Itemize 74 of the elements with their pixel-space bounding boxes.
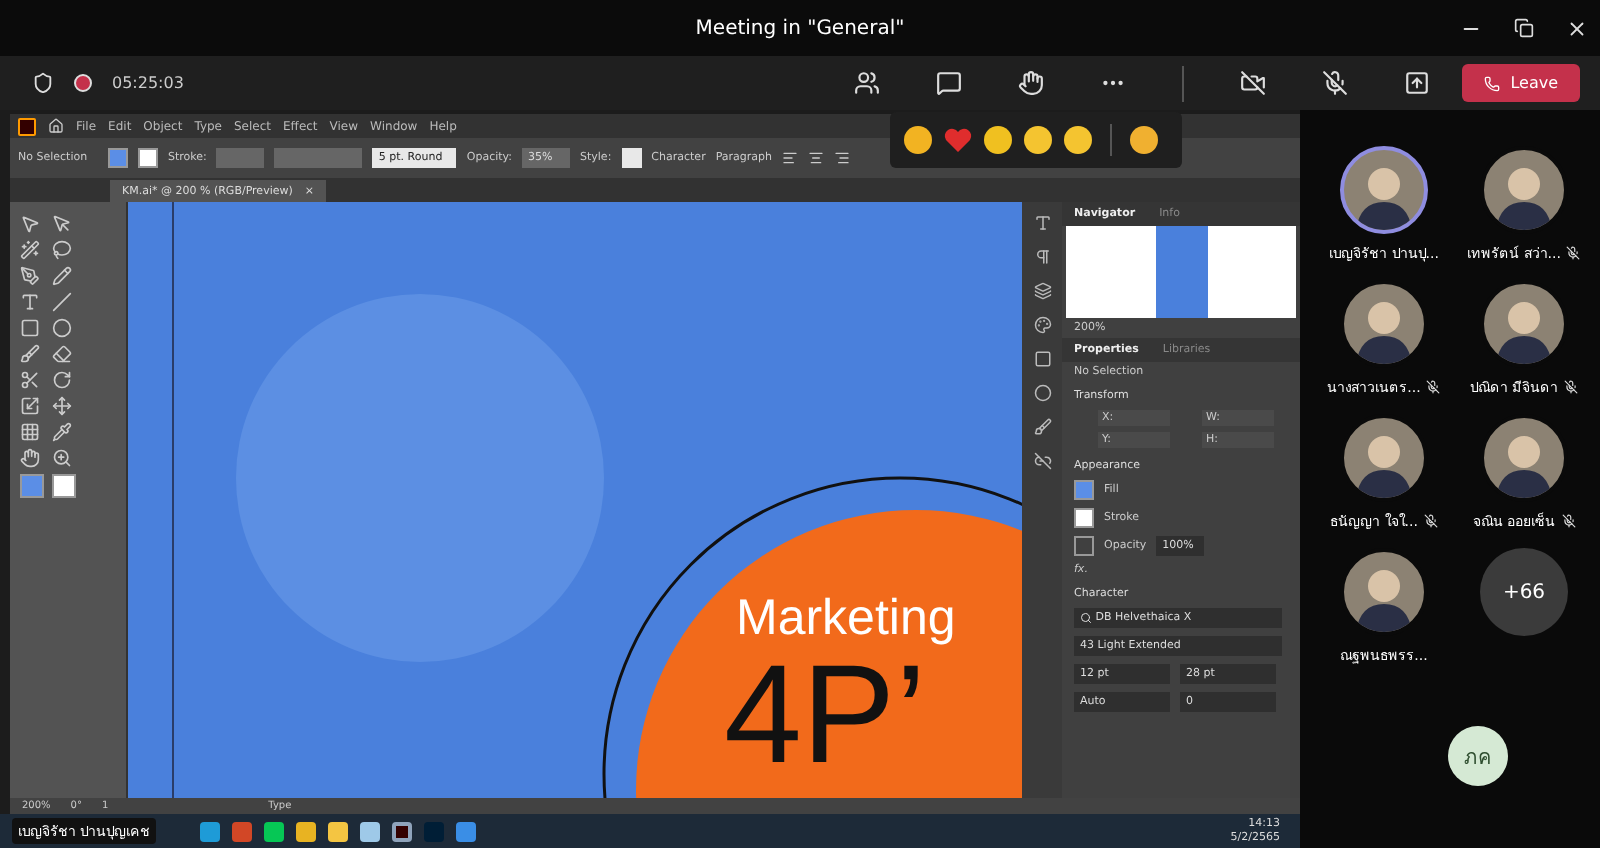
self-avatar: ภค (1448, 726, 1508, 786)
leave-button[interactable]: Leave (1462, 64, 1580, 102)
panel-toggle-icon[interactable] (1033, 214, 1051, 232)
shield-icon (32, 72, 54, 94)
brush-icon[interactable] (20, 344, 40, 364)
align-center-icon[interactable] (808, 150, 824, 166)
pencil-icon[interactable] (52, 266, 72, 286)
wand-icon[interactable] (20, 240, 40, 260)
eyedropper-icon[interactable] (52, 422, 72, 442)
stroke-swatch[interactable] (138, 148, 158, 168)
scissors-icon[interactable] (20, 370, 40, 390)
notepad-app-icon[interactable] (360, 821, 381, 841)
people-icon[interactable] (854, 70, 881, 96)
illustrator-logo (18, 117, 36, 135)
panel-toggle-icon[interactable] (1033, 316, 1051, 334)
fill-color-swatch[interactable] (20, 474, 44, 498)
pen-icon[interactable] (20, 266, 40, 286)
style-swatch[interactable] (621, 148, 642, 168)
stroke-color-swatch[interactable] (52, 474, 76, 498)
photos-app-icon[interactable] (456, 821, 477, 841)
hand-icon[interactable] (20, 448, 40, 468)
more-participants-button[interactable]: +66 (1480, 548, 1568, 636)
reactions-icon[interactable] (1018, 70, 1045, 96)
search-icon (1080, 612, 1092, 624)
home-icon[interactable] (48, 118, 64, 134)
rectangle-icon[interactable] (20, 318, 40, 338)
person-silhouette-icon (1354, 564, 1414, 632)
fill-swatch[interactable] (108, 148, 128, 168)
person-silhouette-icon (1494, 296, 1554, 364)
eraser-icon[interactable] (52, 344, 72, 364)
heart-icon (942, 124, 974, 156)
camera-off-icon[interactable] (1240, 70, 1267, 96)
fill-swatch[interactable] (1074, 480, 1094, 500)
line-icon[interactable] (52, 292, 72, 312)
person-silhouette-icon (1494, 162, 1554, 230)
move-icon[interactable] (52, 396, 72, 416)
ellipse-icon[interactable] (52, 318, 72, 338)
line-app-icon[interactable] (264, 821, 285, 841)
variable-width-field[interactable] (274, 148, 363, 168)
rotate-icon[interactable] (52, 370, 72, 390)
grid-icon[interactable] (20, 422, 40, 442)
arrow-icon[interactable] (52, 214, 72, 234)
person-silhouette-icon (1494, 430, 1554, 498)
folder-app-icon[interactable] (328, 821, 349, 841)
artwork-thumbnail (1155, 226, 1207, 318)
meeting-timer: 05:25:03 (112, 74, 184, 92)
align-left-icon[interactable] (782, 150, 798, 166)
phone-icon (1484, 75, 1501, 91)
zoom-icon[interactable] (52, 448, 72, 468)
window-title: Meeting in "General" (695, 17, 905, 39)
chrome-app-icon[interactable] (296, 821, 317, 841)
stroke-swatch[interactable] (1074, 508, 1094, 528)
restore-icon[interactable] (1514, 18, 1534, 38)
panel-toggle-icon[interactable] (1033, 248, 1051, 266)
chat-icon[interactable] (936, 70, 963, 96)
close-icon[interactable] (1566, 17, 1588, 39)
pointer-icon[interactable] (20, 214, 40, 234)
mic-off-icon[interactable] (1322, 70, 1349, 96)
edge-app-icon[interactable] (200, 821, 221, 841)
stroke-weight-field[interactable] (216, 148, 265, 168)
person-silhouette-icon (1354, 162, 1414, 230)
align-right-icon[interactable] (834, 150, 850, 166)
opacity-swatch[interactable] (1074, 536, 1094, 556)
scale-icon[interactable] (20, 396, 40, 416)
lasso-icon[interactable] (52, 240, 72, 260)
panel-toggle-icon[interactable] (1033, 452, 1051, 470)
illustrator-app-icon[interactable] (392, 821, 413, 841)
share-icon[interactable] (1404, 70, 1431, 96)
person-silhouette-icon (1354, 430, 1414, 498)
powerpoint-app-icon[interactable] (232, 821, 253, 841)
person-silhouette-icon (1354, 296, 1414, 364)
type-icon[interactable] (20, 292, 40, 312)
panel-toggle-icon[interactable] (1033, 282, 1051, 300)
panel-toggle-icon[interactable] (1033, 418, 1051, 436)
